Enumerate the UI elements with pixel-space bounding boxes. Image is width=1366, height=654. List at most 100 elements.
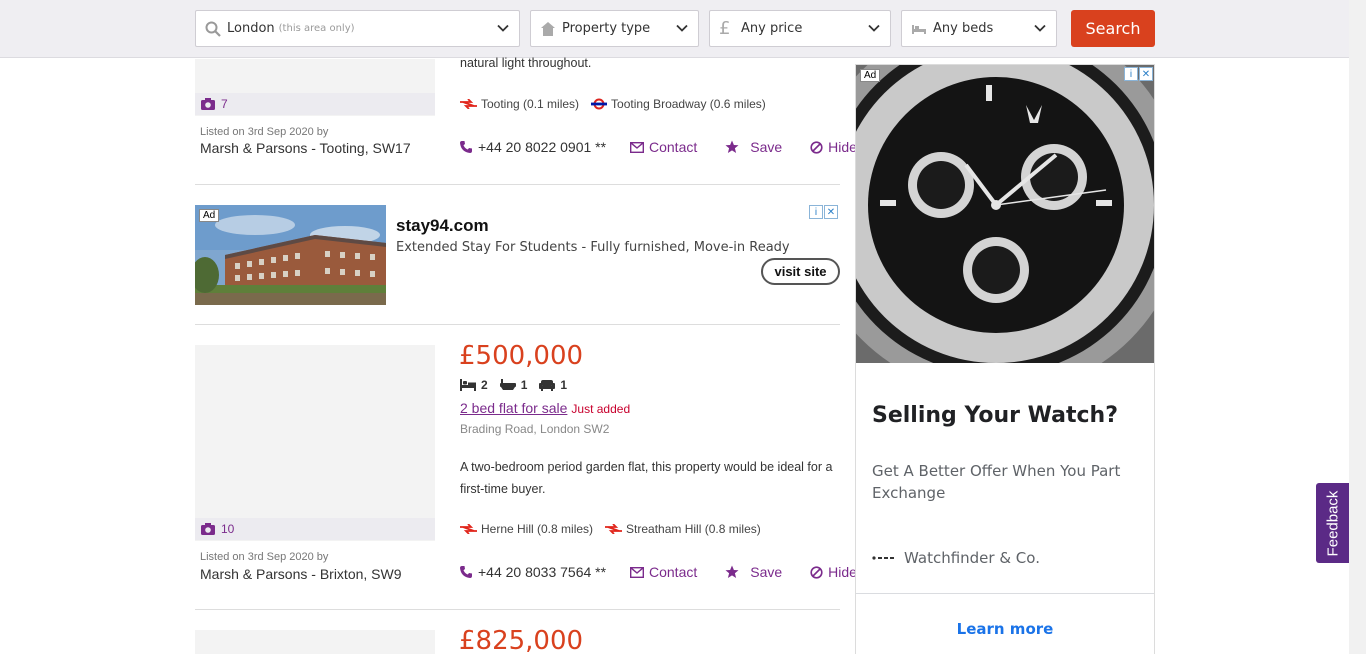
ad-title[interactable]: stay94.com: [396, 216, 489, 236]
location-input[interactable]: London (this area only): [195, 10, 520, 47]
listing-address: Brading Road, London SW2: [460, 422, 610, 436]
beds-select[interactable]: Any beds: [901, 10, 1057, 47]
search-button[interactable]: Search: [1071, 10, 1155, 47]
price-label: Any price: [741, 21, 803, 36]
property-type-select[interactable]: Property type: [530, 10, 699, 47]
beds-label: Any beds: [933, 21, 994, 36]
save-label: Save: [750, 564, 783, 580]
photo-count[interactable]: 7: [195, 93, 435, 115]
phone-text: +44 20 8022 0901 **: [478, 139, 607, 155]
camera-icon: [201, 523, 215, 535]
divider: [195, 324, 840, 325]
station-name: Tooting Broadway (0.6 miles): [611, 97, 766, 111]
close-icon[interactable]: ✕: [824, 205, 838, 219]
station-item: Tooting (0.1 miles): [460, 97, 579, 111]
just-added-badge: Just added: [571, 402, 631, 416]
divider: [195, 184, 840, 185]
underground-icon: [591, 98, 608, 110]
listing-price: £500,000: [459, 341, 584, 371]
scrollbar[interactable]: [1349, 0, 1366, 654]
listing-actions: +44 20 8033 7564 ** Contact Save Hide: [460, 564, 857, 580]
ad-image[interactable]: [195, 205, 386, 305]
phone-text: +44 20 8033 7564 **: [478, 564, 607, 580]
station-item: Tooting Broadway (0.6 miles): [591, 97, 766, 111]
star-icon: [725, 140, 739, 153]
phone-number[interactable]: +44 20 8022 0901 **: [460, 139, 630, 155]
ad-choices[interactable]: i ✕: [809, 205, 838, 219]
chevron-down-icon: [676, 24, 688, 32]
close-icon[interactable]: ✕: [1139, 67, 1153, 81]
hide-button[interactable]: Hide: [810, 564, 857, 580]
info-icon[interactable]: i: [1124, 67, 1138, 81]
agent-name[interactable]: Marsh & Parsons - Tooting, SW17: [200, 140, 411, 156]
listing-description: natural light throughout.: [460, 56, 592, 70]
listing-photo[interactable]: [195, 630, 435, 654]
chevron-down-icon: [868, 24, 880, 32]
info-icon[interactable]: i: [809, 205, 823, 219]
envelope-icon: [630, 141, 644, 153]
star-icon: [725, 565, 739, 578]
contact-button[interactable]: Contact: [630, 139, 697, 155]
ad-text: Get A Better Offer When You Part Exchang…: [872, 462, 1121, 502]
agent-name[interactable]: Marsh & Parsons - Brixton, SW9: [200, 566, 402, 582]
hide-icon: [810, 565, 823, 579]
divider: [195, 609, 840, 610]
ad-heading[interactable]: Selling Your Watch?: [872, 403, 1118, 428]
watch-image[interactable]: Ad i ✕: [856, 65, 1154, 363]
hide-button[interactable]: Hide: [810, 139, 857, 155]
receptions: 1: [539, 378, 567, 392]
camera-icon: [201, 98, 215, 110]
contact-label: Contact: [649, 139, 698, 155]
phone-icon: [460, 566, 472, 578]
photo-count[interactable]: 10: [195, 518, 435, 540]
ad-brand[interactable]: Watchfinder & Co.: [872, 549, 1040, 567]
feedback-label: Feedback: [1324, 490, 1341, 556]
nearby-stations: Herne Hill (0.8 miles) Streatham Hill (0…: [460, 522, 761, 536]
bathrooms: 1: [499, 378, 527, 392]
bath-icon: [499, 379, 516, 390]
save-label: Save: [750, 139, 783, 155]
pound-icon: £: [719, 17, 731, 39]
learn-more-button[interactable]: Learn more: [856, 620, 1154, 638]
station-name: Tooting (0.1 miles): [481, 97, 580, 111]
listing-photo[interactable]: [195, 345, 435, 541]
visit-site-button[interactable]: visit site: [761, 258, 840, 285]
price-select[interactable]: £ Any price: [709, 10, 891, 47]
ad-choices[interactable]: i ✕: [1124, 67, 1153, 81]
bed-icon: [460, 379, 476, 391]
property-type-label: Property type: [562, 21, 651, 36]
sofa-icon: [539, 380, 556, 391]
listing-actions: +44 20 8022 0901 ** Contact Save Hide: [460, 139, 857, 155]
station-item: Streatham Hill (0.8 miles): [605, 522, 761, 536]
contact-button[interactable]: Contact: [630, 564, 697, 580]
ad-label: Ad: [860, 69, 881, 82]
photo-count-value: 7: [221, 97, 228, 111]
station-name: Streatham Hill (0.8 miles): [626, 522, 761, 536]
search-icon: [205, 21, 221, 37]
listing-title-link[interactable]: 2 bed flat for sale Just added: [460, 400, 630, 416]
bedrooms: 2: [460, 378, 488, 392]
sidebar-ad[interactable]: Ad i ✕ Selling Your Watch? Get A Better …: [855, 64, 1155, 654]
national-rail-icon: [460, 524, 477, 534]
chevron-down-icon: [497, 24, 509, 32]
hide-label: Hide: [828, 564, 857, 580]
phone-number[interactable]: +44 20 8033 7564 **: [460, 564, 630, 580]
receptions-count: 1: [560, 378, 568, 392]
listing-description: A two-bedroom period garden flat, this p…: [460, 460, 833, 496]
save-button[interactable]: Save: [725, 564, 782, 580]
save-button[interactable]: Save: [725, 139, 782, 155]
listing-title: 2 bed flat for sale: [460, 400, 568, 416]
listing-price: £825,000: [459, 626, 584, 654]
envelope-icon: [630, 566, 644, 578]
location-value: London: [227, 21, 275, 36]
ad-subtitle: Extended Stay For Students - Fully furni…: [396, 240, 790, 255]
bed-icon: [911, 21, 927, 37]
phone-icon: [460, 141, 472, 153]
location-hint: (this area only): [278, 23, 355, 34]
divider: [856, 593, 1154, 594]
photo-count-value: 10: [221, 522, 235, 536]
national-rail-icon: [460, 99, 477, 109]
house-icon: [540, 21, 556, 37]
listed-date: Listed on 3rd Sep 2020 by: [200, 551, 329, 563]
feedback-tab[interactable]: Feedback: [1316, 483, 1349, 563]
